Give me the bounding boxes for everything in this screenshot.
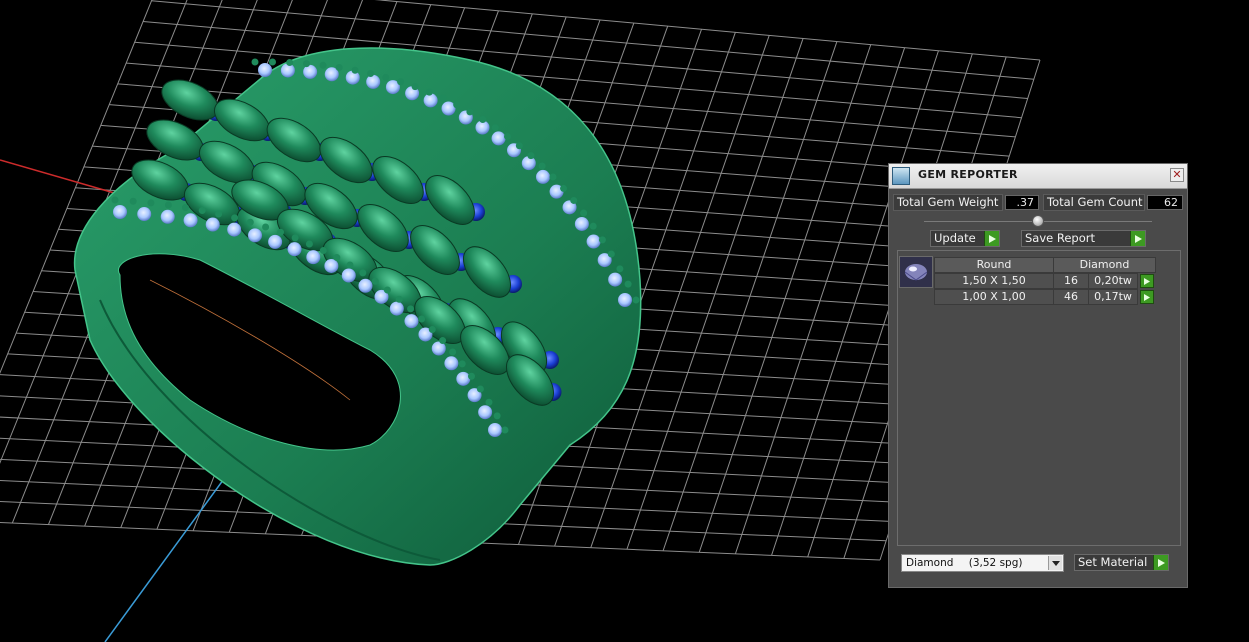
close-icon[interactable]: ✕ [1170, 168, 1184, 182]
panel-titlebar[interactable]: GEM REPORTER ✕ [889, 164, 1187, 189]
material-select[interactable]: Diamond (3,52 spg) [901, 554, 1064, 572]
table-header-shape: Round [934, 257, 1054, 273]
gem-reporter-panel: GEM REPORTER ✕ Total Gem Weight .37 Tota… [888, 163, 1188, 588]
material-select-name: Diamond [906, 557, 954, 569]
play-arrow-icon [1130, 231, 1145, 246]
table-header-material: Diamond [1053, 257, 1156, 273]
app-icon [892, 167, 910, 185]
set-material-button[interactable]: Set Material [1074, 554, 1169, 571]
table-row-count: 46 [1053, 289, 1089, 305]
play-arrow-icon[interactable] [1140, 290, 1154, 304]
total-gem-count-value: 62 [1147, 195, 1183, 210]
total-gem-weight-label: Total Gem Weight [893, 194, 1003, 211]
play-arrow-icon [1153, 555, 1168, 570]
set-material-button-label: Set Material [1078, 555, 1148, 569]
material-select-spg: (3,52 spg) [968, 557, 1023, 569]
total-gem-count-label: Total Gem Count [1043, 194, 1145, 211]
splitter-knob-icon[interactable] [1032, 215, 1044, 227]
play-arrow-icon [984, 231, 999, 246]
panel-title: GEM REPORTER [918, 168, 1018, 181]
save-report-button[interactable]: Save Report [1021, 230, 1146, 247]
table-row-count: 16 [1053, 273, 1089, 289]
gem-icon[interactable] [899, 256, 933, 288]
table-row-weight: 0,17tw [1088, 289, 1138, 305]
dropdown-arrow-icon[interactable] [1048, 556, 1062, 570]
update-button-label: Update [934, 231, 976, 245]
total-gem-weight-value: .37 [1005, 195, 1039, 210]
update-button[interactable]: Update [930, 230, 1000, 247]
table-row-weight: 0,20tw [1088, 273, 1138, 289]
table-row-size: 1,00 X 1,00 [934, 289, 1054, 305]
save-report-button-label: Save Report [1025, 231, 1096, 245]
play-arrow-icon[interactable] [1140, 274, 1154, 288]
table-row-size: 1,50 X 1,50 [934, 273, 1054, 289]
